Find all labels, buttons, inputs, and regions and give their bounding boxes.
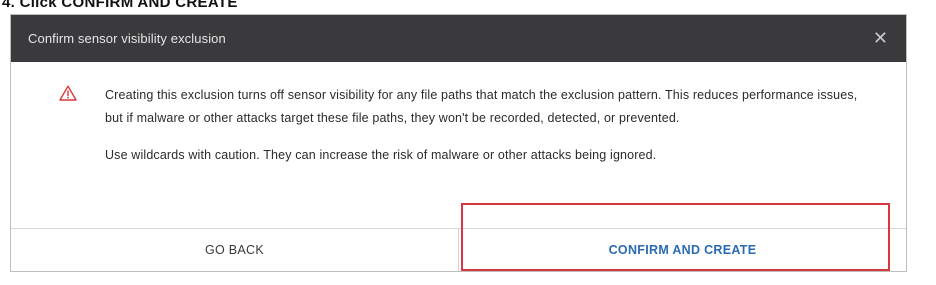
confirm-exclusion-dialog: Confirm sensor visibility exclusion ✕ Cr… bbox=[10, 14, 907, 272]
close-icon[interactable]: ✕ bbox=[873, 29, 888, 48]
step-heading: 4. Click CONFIRM AND CREATE bbox=[2, 0, 238, 11]
wildcard-caution-message: Use wildcards with caution. They can inc… bbox=[105, 148, 657, 162]
page: 4. Click CONFIRM AND CREATE Confirm sens… bbox=[0, 0, 936, 285]
warning-message: Creating this exclusion turns off sensor… bbox=[105, 88, 858, 125]
warning-triangle-icon bbox=[59, 85, 77, 101]
dialog-title: Confirm sensor visibility exclusion bbox=[28, 31, 226, 46]
confirm-and-create-label: CONFIRM AND CREATE bbox=[608, 243, 757, 257]
dialog-body: Creating this exclusion turns off sensor… bbox=[11, 62, 906, 229]
confirm-and-create-button[interactable]: CONFIRM AND CREATE bbox=[459, 203, 906, 271]
dialog-footer: GO BACK CONFIRM AND CREATE bbox=[11, 203, 906, 271]
dialog-header: Confirm sensor visibility exclusion ✕ bbox=[11, 15, 906, 62]
go-back-button[interactable]: GO BACK bbox=[11, 229, 459, 271]
